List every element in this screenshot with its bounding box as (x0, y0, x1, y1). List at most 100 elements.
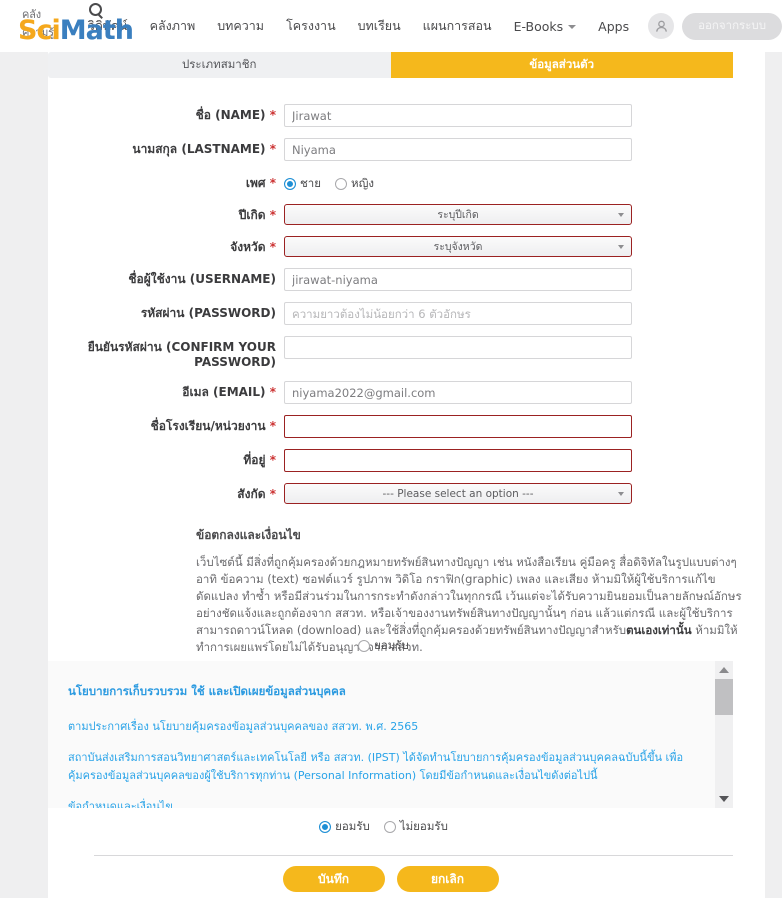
school-input[interactable] (284, 415, 632, 438)
privacy-policy-scrollbar[interactable] (715, 661, 733, 808)
logo-math-text: Math (59, 15, 134, 46)
required-marker: * (269, 487, 276, 501)
required-marker: * (269, 419, 276, 433)
label-affiliation: สังกัด * (237, 487, 276, 501)
field-row-birthyear: ปีเกิด * ระบุปีเกิด (48, 204, 733, 225)
scroll-down-arrow-icon[interactable] (715, 792, 733, 806)
logo-wordmark: SciMath (18, 15, 134, 46)
chevron-down-icon (618, 492, 624, 496)
label-school: ชื่อโรงเรียน/หน่วยงาน * (150, 419, 276, 433)
avatar[interactable] (648, 13, 675, 39)
field-row-lastname: นามสกุล (LASTNAME) * (48, 138, 733, 161)
form-divider (94, 855, 733, 856)
field-row-password: รหัสผ่าน (PASSWORD) (48, 302, 733, 325)
privacy-policy-title: นโยบายการเก็บรวบรวม ใช้ และเปิดเผยข้อมูล… (68, 684, 346, 698)
affiliation-select-value: --- Please select an option --- (382, 487, 534, 500)
birthyear-select[interactable]: ระบุปีเกิด (284, 204, 632, 225)
action-button-row: บันทึก ยกเลิก (48, 866, 733, 892)
policy-consent-label-accept: ยอมรับ (335, 819, 370, 833)
gender-radio-male[interactable] (284, 178, 296, 190)
tab-membership-type[interactable]: ประเภทสมาชิก (48, 52, 391, 78)
policy-consent-label-decline: ไม่ยอมรับ (399, 819, 448, 833)
label-confirm-password: ยืนยันรหัสผ่าน (CONFIRM YOUR PASSWORD) (87, 340, 276, 369)
scrollbar-thumb[interactable] (715, 679, 733, 715)
label-birthyear: ปีเกิด * (238, 208, 276, 222)
label-email: อีเมล (EMAIL) * (182, 385, 276, 399)
nav-item-articles[interactable]: บทความ (206, 16, 275, 36)
username-input[interactable] (284, 268, 632, 291)
nav-item-image-gallery[interactable]: คลังภาพ (139, 16, 207, 36)
confirm-password-input[interactable] (284, 336, 632, 359)
field-row-username: ชื่อผู้ใช้งาน (USERNAME) (48, 268, 733, 291)
field-row-gender: เพศ * ชาย หญิง (48, 172, 733, 193)
main-navigation: วิดิทัศน์ คลังภาพ บทความ โครงงาน บทเรียน… (77, 12, 782, 40)
province-select-value: ระบุจังหวัด (433, 241, 483, 253)
required-marker: * (269, 385, 276, 399)
required-marker: * (269, 208, 276, 222)
terms-heading: ข้อตกลงและเงื่อนไข (196, 528, 301, 542)
affiliation-select[interactable]: --- Please select an option --- (284, 483, 632, 504)
scroll-up-arrow-icon[interactable] (715, 663, 733, 677)
label-lastname: นามสกุล (LASTNAME) * (132, 142, 276, 156)
required-marker: * (269, 108, 276, 122)
nav-item-lessons[interactable]: บทเรียน (347, 16, 412, 36)
scroll-up-triangle (719, 667, 729, 673)
terms-accept-row: ยอมรับ (48, 637, 733, 655)
password-input[interactable] (284, 302, 632, 325)
email-input[interactable] (284, 381, 632, 404)
required-marker: * (269, 176, 276, 190)
lastname-input[interactable] (284, 138, 632, 161)
privacy-policy-content: นโยบายการเก็บรวบรวม ใช้ และเปิดเผยข้อมูล… (48, 661, 715, 808)
label-gender: เพศ * (245, 176, 276, 190)
policy-consent-radio-accept[interactable] (319, 821, 332, 833)
nav-item-projects[interactable]: โครงงาน (275, 16, 347, 36)
terms-accept-radio[interactable] (358, 640, 371, 652)
user-icon (655, 20, 667, 32)
gender-label-male: ชาย (300, 176, 322, 190)
site-header: คลังความรู้ SciMath วิดิทัศน์ คลังภาพ บท… (0, 0, 782, 52)
province-select[interactable]: ระบุจังหวัด (284, 236, 632, 257)
field-row-province: จังหวัด * ระบุจังหวัด (48, 236, 733, 257)
logout-button[interactable]: ออกจากระบบ (682, 12, 782, 40)
label-address: ที่อยู่ * (243, 453, 276, 467)
policy-consent-row: ยอมรับ ไม่ยอมรับ (48, 818, 733, 836)
site-logo[interactable]: คลังความรู้ SciMath (16, 3, 134, 49)
privacy-policy-paragraph-3: ข้อกำหนดและเงื่อนไข (68, 800, 173, 808)
field-row-name: ชื่อ (NAME) * (48, 104, 733, 127)
tab-bar: ประเภทสมาชิก ข้อมูลส่วนตัว (48, 52, 733, 78)
field-row-email: อีเมล (EMAIL) * (48, 381, 733, 404)
name-input[interactable] (284, 104, 632, 127)
label-name: ชื่อ (NAME) * (195, 108, 276, 122)
required-marker: * (269, 240, 276, 254)
page-root: คลังความรู้ SciMath วิดิทัศน์ คลังภาพ บท… (0, 0, 782, 898)
label-password: รหัสผ่าน (PASSWORD) (140, 306, 276, 320)
label-username: ชื่อผู้ใช้งาน (USERNAME) (128, 272, 276, 286)
address-input[interactable] (284, 449, 632, 472)
terms-body-emphasis: ตนเองเท่านั้น (626, 623, 692, 637)
label-province: จังหวัด * (230, 240, 276, 254)
chevron-down-icon (618, 213, 624, 217)
logo-sci-text: Sci (18, 15, 61, 46)
cancel-button[interactable]: ยกเลิก (396, 866, 499, 892)
tab-personal-info[interactable]: ข้อมูลส่วนตัว (390, 52, 733, 78)
terms-accept-label: ยอมรับ (374, 638, 409, 652)
gender-radio-female[interactable] (335, 178, 348, 190)
gender-label-female: หญิง (351, 176, 375, 190)
registration-card: ประเภทสมาชิก ข้อมูลส่วนตัว ชื่อ (NAME) *… (48, 52, 765, 898)
birthyear-select-value: ระบุปีเกิด (437, 209, 479, 221)
privacy-policy-paragraph-2: สถาบันส่งเสริมการสอนวิทยาศาสตร์และเทคโนโ… (68, 751, 684, 782)
scroll-down-triangle (719, 796, 729, 802)
field-row-address: ที่อยู่ * (48, 449, 733, 472)
gender-radio-group: ชาย หญิง (284, 172, 632, 193)
field-row-affiliation: สังกัด * --- Please select an option --- (48, 483, 733, 504)
policy-consent-radio-decline[interactable] (383, 821, 396, 833)
nav-item-ebooks[interactable]: E-Books (503, 19, 588, 34)
personal-info-form: ชื่อ (NAME) * นามสกุล (LASTNAME) * เพศ *… (48, 104, 733, 515)
privacy-policy-panel: นโยบายการเก็บรวบรวม ใช้ และเปิดเผยข้อมูล… (48, 661, 733, 808)
field-row-school: ชื่อโรงเรียน/หน่วยงาน * (48, 415, 733, 438)
field-row-confirm-password: ยืนยันรหัสผ่าน (CONFIRM YOUR PASSWORD) (48, 336, 733, 370)
nav-item-apps[interactable]: Apps (587, 19, 640, 34)
privacy-policy-paragraph-1: ตามประกาศเรื่อง นโยบายคุ้มครองข้อมูลส่วน… (68, 720, 419, 733)
nav-item-lesson-plans[interactable]: แผนการสอน (412, 16, 503, 36)
save-button[interactable]: บันทึก (282, 866, 385, 892)
